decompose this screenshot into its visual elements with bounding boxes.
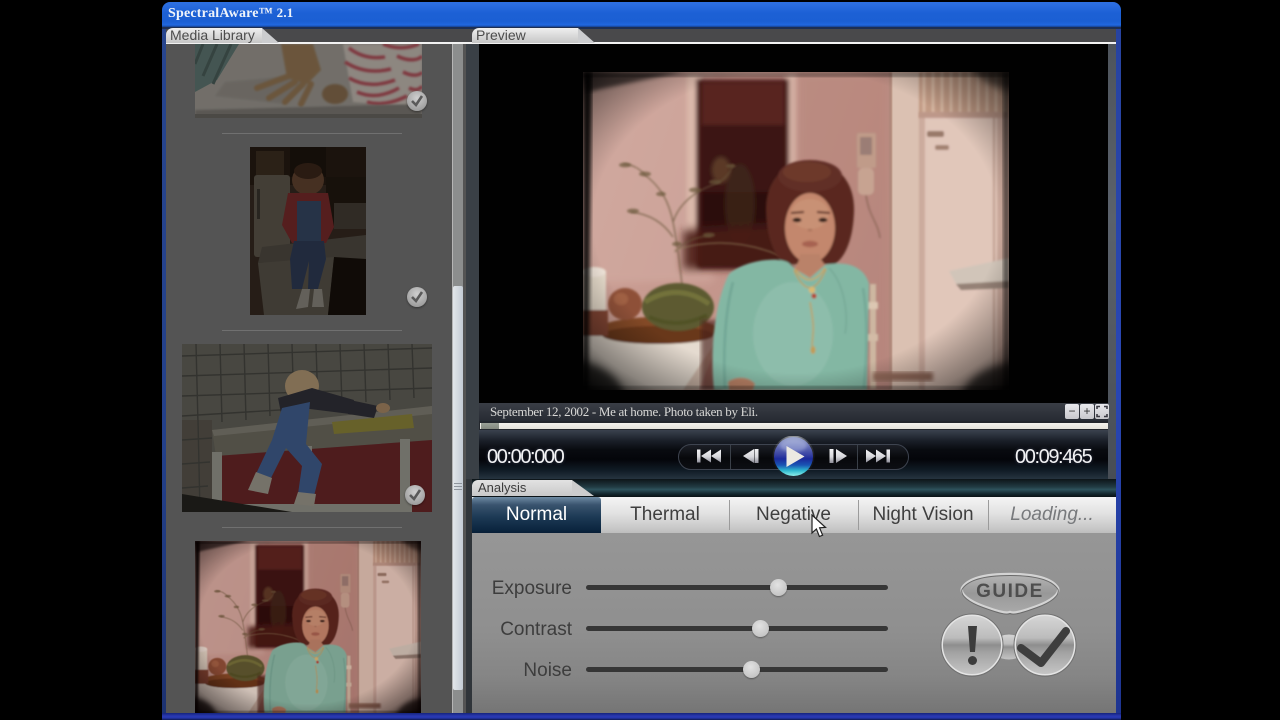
svg-text:GUIDE: GUIDE [976,581,1044,602]
